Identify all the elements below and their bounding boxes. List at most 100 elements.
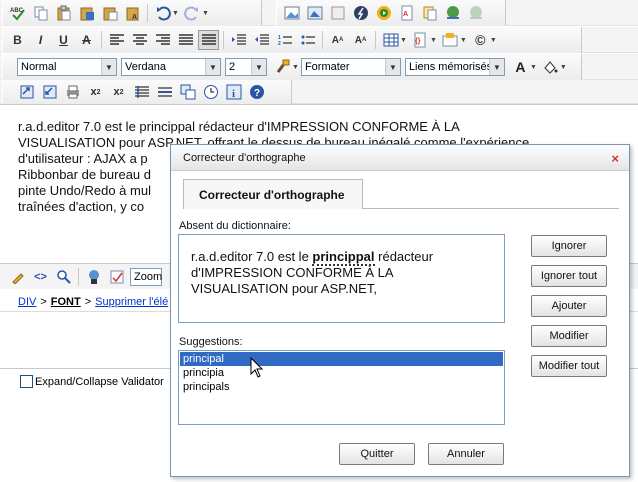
justify-icon[interactable]: [175, 30, 196, 50]
underline-icon[interactable]: U: [53, 30, 74, 50]
html-mode-icon[interactable]: <>: [30, 267, 51, 287]
clock-icon[interactable]: [200, 82, 221, 102]
info-icon[interactable]: i: [223, 82, 244, 102]
font-name-select[interactable]: Verdana ▼: [121, 58, 221, 76]
format-dropdown-icon[interactable]: ▼: [292, 64, 299, 71]
text-color-dropdown-icon[interactable]: ▼: [530, 64, 537, 71]
css-class-icon[interactable]: [83, 267, 104, 287]
document-manager-icon[interactable]: A: [396, 3, 417, 23]
suggestion-item[interactable]: principal: [180, 352, 503, 366]
horizontal-rule-icon[interactable]: [154, 82, 175, 102]
indent-icon[interactable]: [228, 30, 249, 50]
svg-text:?: ?: [254, 88, 260, 99]
paste-word-icon[interactable]: [76, 3, 97, 23]
background-color-icon[interactable]: [540, 57, 561, 77]
numbered-list-icon[interactable]: 12: [274, 30, 295, 50]
flash-icon[interactable]: [350, 3, 371, 23]
paragraph-icon[interactable]: [131, 82, 152, 102]
toolbar-row-3: Normal ▼ Verdana ▼ 2 ▼ ▼ Formater ▼ Lien…: [0, 54, 638, 80]
snippets-dropdown-icon[interactable]: ▼: [430, 37, 437, 44]
toolbar-group-tools: x2 x2 i ?: [2, 80, 292, 104]
subscript-icon[interactable]: x2: [108, 82, 129, 102]
tab-spellchecker[interactable]: Correcteur d'orthographe: [183, 179, 363, 209]
table-dropdown-icon[interactable]: ▼: [400, 37, 407, 44]
design-mode-icon[interactable]: [7, 267, 28, 287]
svg-text:{}: {}: [415, 38, 421, 45]
spellcheck-icon[interactable]: ABC: [7, 3, 28, 23]
align-left-icon[interactable]: [106, 30, 127, 50]
snippets-icon[interactable]: {}: [410, 30, 431, 50]
superscript-size-icon[interactable]: AA: [327, 30, 348, 50]
path-div-link[interactable]: DIV: [18, 296, 36, 308]
format-brush-icon[interactable]: [272, 57, 293, 77]
remove-element-link[interactable]: Supprimer l'élé: [95, 296, 168, 308]
add-button[interactable]: Ajouter: [531, 295, 607, 317]
suggestion-item[interactable]: principia: [180, 366, 503, 380]
preview-mode-icon[interactable]: [53, 267, 74, 287]
suggestion-item[interactable]: principals: [180, 380, 503, 394]
media-icon[interactable]: [373, 3, 394, 23]
italic-icon[interactable]: I: [30, 30, 51, 50]
misspelled-word: princippal: [312, 249, 375, 266]
superscript-icon[interactable]: x2: [85, 82, 106, 102]
strikethrough-icon[interactable]: A: [76, 30, 97, 50]
justify-none-icon[interactable]: [198, 30, 219, 50]
table-icon[interactable]: [380, 30, 401, 50]
toolbar-separator: [375, 31, 376, 49]
import-icon[interactable]: [16, 82, 37, 102]
image-manager-icon[interactable]: [281, 3, 302, 23]
quit-button[interactable]: Quitter: [339, 443, 415, 465]
remove-link-icon[interactable]: [465, 3, 486, 23]
bullet-list-icon[interactable]: [297, 30, 318, 50]
redo-icon[interactable]: [182, 3, 203, 23]
ignore-button[interactable]: Ignorer: [531, 235, 607, 257]
change-button[interactable]: Modifier: [531, 325, 607, 347]
zoom-label: Zoom: [134, 270, 163, 283]
bold-icon[interactable]: B: [7, 30, 28, 50]
cancel-button[interactable]: Annuler: [428, 443, 504, 465]
align-center-icon[interactable]: [129, 30, 150, 50]
paste-plain-icon[interactable]: A: [122, 3, 143, 23]
help-icon[interactable]: ?: [246, 82, 267, 102]
close-icon[interactable]: ×: [611, 151, 619, 166]
paste-clean-icon[interactable]: [99, 3, 120, 23]
undo-dropdown-icon[interactable]: ▼: [172, 10, 179, 17]
copyright-icon[interactable]: ©: [470, 30, 491, 50]
dialog-titlebar[interactable]: Correcteur d'orthographe: [171, 145, 629, 171]
ignore-all-button[interactable]: Ignorer tout: [531, 265, 607, 287]
validator-checkbox[interactable]: [20, 375, 33, 388]
path-font-tag[interactable]: FONT: [51, 296, 81, 308]
hyperlink-icon[interactable]: [442, 3, 463, 23]
image-map-icon[interactable]: [304, 3, 325, 23]
paragraph-style-value: Normal: [21, 61, 57, 73]
suggestions-list[interactable]: principal principia principals: [178, 350, 505, 425]
copy-icon[interactable]: [30, 3, 51, 23]
module-manager-icon[interactable]: [177, 82, 198, 102]
form-element-icon[interactable]: [440, 30, 461, 50]
toolbar-separator: [147, 4, 148, 22]
format-select[interactable]: Formater ▼: [300, 58, 401, 76]
align-right-icon[interactable]: [152, 30, 173, 50]
print-icon[interactable]: [62, 82, 83, 102]
font-size-select[interactable]: 2 ▼: [225, 58, 267, 76]
subscript-size-icon[interactable]: AA: [350, 30, 371, 50]
track-changes-icon[interactable]: [106, 267, 127, 287]
outdent-icon[interactable]: [251, 30, 272, 50]
paragraph-style-select[interactable]: Normal ▼: [17, 58, 117, 76]
toolbar-separator: [223, 31, 224, 49]
zoom-select[interactable]: Zoom: [130, 267, 163, 286]
chevron-down-icon: ▼: [205, 59, 220, 75]
export-icon[interactable]: [39, 82, 60, 102]
redo-dropdown-icon[interactable]: ▼: [202, 10, 209, 17]
template-manager-icon[interactable]: [419, 3, 440, 23]
undo-icon[interactable]: [152, 3, 173, 23]
change-all-button[interactable]: Modifier tout: [531, 355, 607, 377]
background-color-dropdown-icon[interactable]: ▼: [560, 64, 567, 71]
path-separator: >: [40, 295, 47, 308]
absolute-position-icon[interactable]: [327, 3, 348, 23]
text-color-icon[interactable]: A: [510, 57, 531, 77]
paste-icon[interactable]: [53, 3, 74, 23]
symbols-dropdown-icon[interactable]: ▼: [490, 37, 497, 44]
links-select[interactable]: Liens mémorisés ▼: [404, 58, 505, 76]
form-dropdown-icon[interactable]: ▼: [460, 37, 467, 44]
